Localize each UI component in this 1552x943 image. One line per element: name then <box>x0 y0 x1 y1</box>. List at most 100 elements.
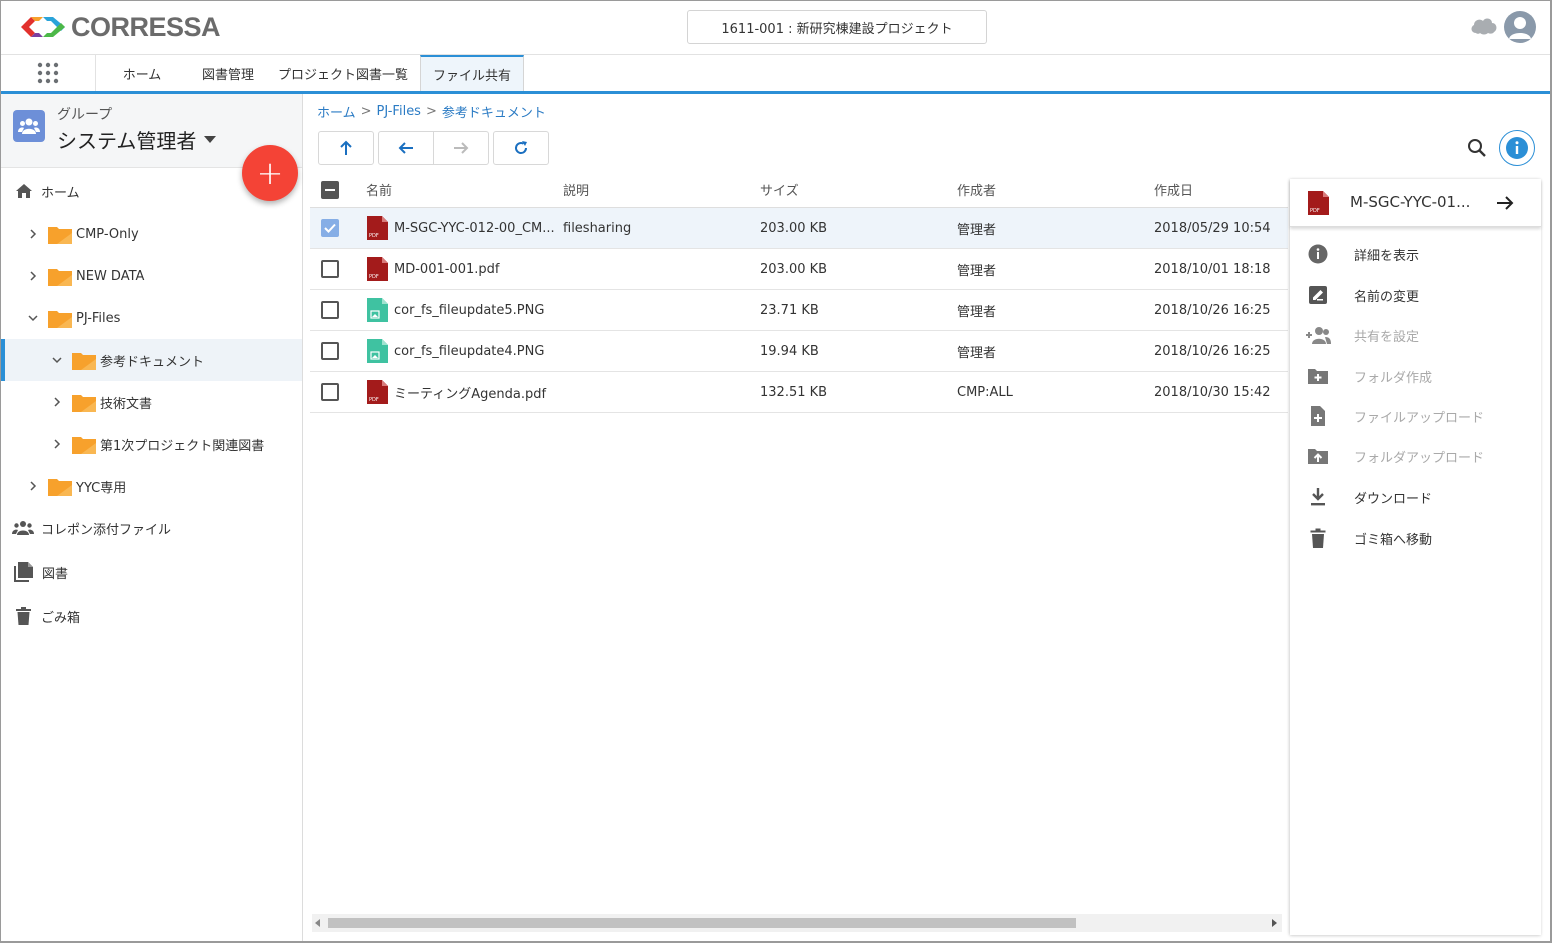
action-rename[interactable]: 名前の変更 <box>1290 275 1541 315</box>
folder-upload-icon <box>1308 449 1328 464</box>
forward-button[interactable] <box>433 131 489 165</box>
breadcrumb-separator: > <box>425 104 437 119</box>
file-size: 23.71 KB <box>760 302 819 318</box>
chevron-right-icon[interactable] <box>26 269 40 283</box>
sidebar-item-label: NEW DATA <box>76 268 145 284</box>
documents-icon <box>14 562 33 582</box>
column-created[interactable]: 作成日 <box>1154 172 1193 207</box>
arrow-right-icon <box>454 142 469 154</box>
table-row[interactable]: PDF MD-001-001.pdf 203.00 KB 管理者 2018/10… <box>310 249 1288 290</box>
sidebar-item-drawings[interactable]: 図書 <box>1 551 302 593</box>
file-upload-icon <box>1311 406 1325 426</box>
action-show-details[interactable]: 詳細を表示 <box>1290 234 1541 274</box>
action-label: ダウンロード <box>1354 492 1433 507</box>
chevron-down-icon[interactable] <box>50 353 64 367</box>
project-selector[interactable]: 1611-001 : 新研究棟建設プロジェクト <box>687 10 987 44</box>
sidebar-item-correspondence-attachments[interactable]: コレポン添付ファイル <box>1 507 302 549</box>
breadcrumb-item-pj-files[interactable]: PJ-Files <box>377 104 421 119</box>
refresh-button[interactable] <box>493 131 549 165</box>
sidebar-item-cmp-only[interactable]: CMP-Only <box>1 213 302 255</box>
action-folder-upload[interactable]: フォルダアップロード <box>1290 436 1541 476</box>
sidebar-item-reference-docs[interactable]: 参考ドキュメント <box>1 339 302 381</box>
action-move-to-trash[interactable]: ゴミ箱へ移動 <box>1290 518 1541 558</box>
group-name: システム管理者 <box>57 129 197 153</box>
row-checkbox[interactable] <box>321 208 339 248</box>
chevron-down-icon[interactable] <box>26 311 40 325</box>
file-created: 2018/10/26 16:25 <box>1154 343 1271 359</box>
file-name-cell[interactable]: cor_fs_fileupdate4.PNG <box>367 331 557 371</box>
action-label: フォルダ作成 <box>1354 371 1433 386</box>
caret-down-icon[interactable] <box>204 136 216 143</box>
file-name-cell[interactable]: PDF MD-001-001.pdf <box>367 249 557 289</box>
scroll-right-icon[interactable] <box>1272 919 1278 927</box>
action-create-folder[interactable]: フォルダ作成 <box>1290 356 1541 396</box>
table-row[interactable]: cor_fs_fileupdate4.PNG 19.94 KB 管理者 2018… <box>310 331 1288 372</box>
tab-file-sharing[interactable]: ファイル共有 <box>420 55 524 91</box>
sidebar-item-yyc[interactable]: YYC専用 <box>1 465 302 507</box>
column-size[interactable]: サイズ <box>760 172 799 207</box>
sidebar-item-label: CMP-Only <box>76 226 139 242</box>
action-share-settings[interactable]: 共有を設定 <box>1290 315 1541 355</box>
action-label: 名前の変更 <box>1354 290 1420 305</box>
file-name: ミーティングAgenda.pdf <box>394 386 547 402</box>
sidebar-item-pj-files[interactable]: PJ-Files <box>1 297 302 339</box>
main-content: ホーム > PJ-Files > 参考ドキュメント 名前 説明 サイズ 作成者 … <box>304 94 1290 941</box>
table-row[interactable]: cor_fs_fileupdate5.PNG 23.71 KB 管理者 2018… <box>310 290 1288 331</box>
app-launcher-button[interactable] <box>1 55 96 91</box>
breadcrumb-item-home[interactable]: ホーム <box>317 102 356 121</box>
table-row[interactable]: PDF M-SGC-YYC-012-00_CM... filesharing 2… <box>310 208 1288 249</box>
file-name: M-SGC-YYC-012-00_CM... <box>394 220 555 236</box>
column-name[interactable]: 名前 <box>366 172 392 207</box>
sidebar-item-technical-docs[interactable]: 技術文書 <box>1 381 302 423</box>
chevron-right-icon[interactable] <box>50 437 64 451</box>
folder-icon <box>48 268 72 286</box>
row-checkbox[interactable] <box>321 331 339 371</box>
pdf-file-icon: PDF <box>367 380 388 404</box>
user-avatar[interactable] <box>1504 11 1536 43</box>
column-description[interactable]: 説明 <box>563 172 589 207</box>
chevron-right-icon[interactable] <box>26 227 40 241</box>
table-row[interactable]: PDF ミーティングAgenda.pdf 132.51 KB CMP:ALL 2… <box>310 372 1288 413</box>
sidebar-item-phase1-drawings[interactable]: 第1次プロジェクト関連図書 <box>1 423 302 465</box>
horizontal-scrollbar[interactable] <box>312 914 1282 932</box>
column-author[interactable]: 作成者 <box>957 172 996 207</box>
arrow-up-icon <box>340 140 352 155</box>
tab-project-drawing-list[interactable]: プロジェクト図書一覧 <box>271 55 415 91</box>
back-button[interactable] <box>378 131 434 165</box>
table-header: 名前 説明 サイズ 作成者 作成日 <box>310 172 1288 208</box>
info-toggle-button[interactable] <box>1499 130 1535 166</box>
tab-home[interactable]: ホーム <box>109 55 175 91</box>
breadcrumb-item-current[interactable]: 参考ドキュメント <box>442 102 546 121</box>
chevron-right-icon[interactable] <box>26 479 40 493</box>
file-name-cell[interactable]: cor_fs_fileupdate5.PNG <box>367 290 557 330</box>
sidebar-item-trash[interactable]: ごみ箱 <box>1 595 302 637</box>
trash-icon <box>16 607 31 625</box>
top-bar: CORRESSA 1611-001 : 新研究棟建設プロジェクト <box>1 1 1550 55</box>
scrollbar-thumb[interactable] <box>328 918 1076 928</box>
breadcrumb: ホーム > PJ-Files > 参考ドキュメント <box>317 102 546 121</box>
action-label: フォルダアップロード <box>1354 451 1485 466</box>
sidebar-item-new-data[interactable]: NEW DATA <box>1 255 302 297</box>
group-badge <box>13 110 45 142</box>
group-icon <box>12 521 34 535</box>
file-name-cell[interactable]: PDF M-SGC-YYC-012-00_CM... <box>367 208 557 248</box>
file-name-cell[interactable]: PDF ミーティングAgenda.pdf <box>367 372 557 412</box>
row-checkbox[interactable] <box>321 249 339 289</box>
up-button[interactable] <box>318 131 374 165</box>
arrow-right-icon[interactable] <box>1496 195 1514 211</box>
add-button[interactable]: + <box>242 145 298 201</box>
cloud-icon[interactable] <box>1469 15 1499 37</box>
action-file-upload[interactable]: ファイルアップロード <box>1290 396 1541 436</box>
action-download[interactable]: ダウンロード <box>1290 477 1541 517</box>
file-created: 2018/10/30 15:42 <box>1154 384 1271 400</box>
row-checkbox[interactable] <box>321 372 339 412</box>
row-checkbox[interactable] <box>321 290 339 330</box>
sidebar-item-label: コレポン添付ファイル <box>41 522 172 538</box>
scroll-left-icon[interactable] <box>315 919 321 927</box>
logo[interactable]: CORRESSA <box>19 12 221 42</box>
search-icon[interactable] <box>1467 138 1487 158</box>
select-all-checkbox[interactable] <box>321 172 339 207</box>
sidebar-item-label: PJ-Files <box>76 310 121 326</box>
tab-drawing-management[interactable]: 図書管理 <box>193 55 263 91</box>
chevron-right-icon[interactable] <box>50 395 64 409</box>
